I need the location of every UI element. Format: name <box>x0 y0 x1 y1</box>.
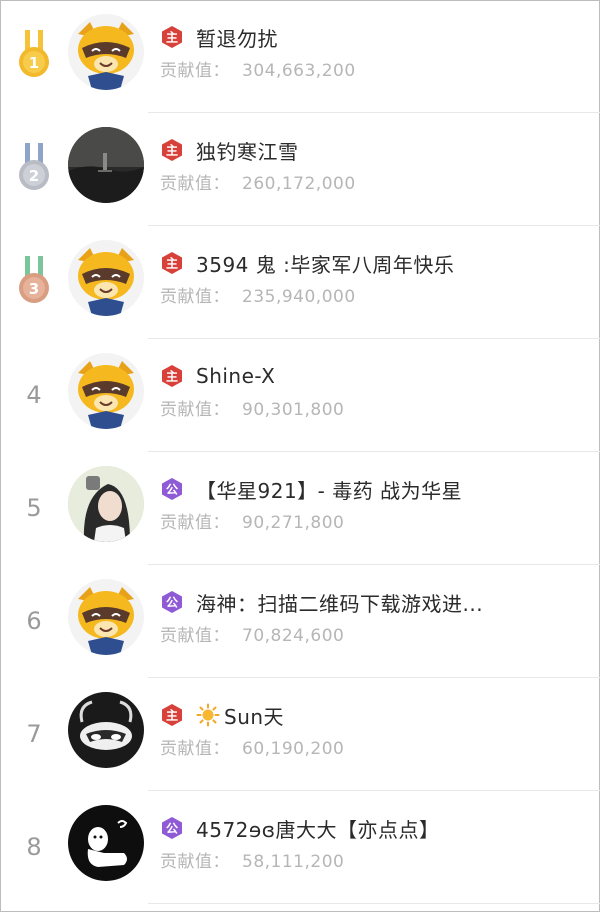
rank-number: 4 <box>26 381 42 409</box>
list-item[interactable]: 2 主 独钓寒江雪 贡献值： 260,172,000 <box>0 113 600 226</box>
contribution-value: 贡献值： 58,111,200 <box>160 852 345 872</box>
contribution-value: 贡献值： 90,301,800 <box>160 400 345 420</box>
list-item[interactable]: 6 公 海神：扫描二维码下载游戏进... 贡献值： 70,824,600 <box>0 565 600 678</box>
svg-text:2: 2 <box>29 167 39 185</box>
bronze-medal-icon: 3 <box>12 252 56 312</box>
svg-text:公: 公 <box>166 822 178 836</box>
divider <box>148 903 600 904</box>
contribution-value: 贡献值： 90,271,800 <box>160 513 345 533</box>
anchor-badge-icon: 主 <box>160 703 184 727</box>
svg-text:主: 主 <box>166 30 178 45</box>
rank-number: 5 <box>26 494 42 522</box>
svg-text:主: 主 <box>166 369 178 384</box>
avatar[interactable] <box>68 14 144 90</box>
anchor-badge-icon: 主 <box>160 364 184 388</box>
avatar[interactable] <box>68 353 144 429</box>
avatar[interactable] <box>68 240 144 316</box>
rank-number: 6 <box>26 607 42 635</box>
anchor-badge-icon: 主 <box>160 25 184 49</box>
guild-badge-icon: 公 <box>160 590 184 614</box>
contribution-value: 贡献值： 235,940,000 <box>160 287 356 307</box>
list-item[interactable]: 7 主 Sun天 贡献值： 60,190,200 <box>0 678 600 791</box>
list-item[interactable]: 4 主 Shine-X 贡献值： 90,301,800 <box>0 339 600 452</box>
svg-text:主: 主 <box>166 143 178 158</box>
contribution-value: 贡献值： 304,663,200 <box>160 61 356 81</box>
user-name[interactable]: Shine-X <box>196 364 275 388</box>
avatar[interactable] <box>68 692 144 768</box>
silver-medal-icon: 2 <box>12 139 56 199</box>
guild-badge-icon: 公 <box>160 477 184 501</box>
list-item[interactable]: 8 公 4572ɘɞ唐大大【亦点点】 贡献值： 58,111,200 <box>0 791 600 904</box>
svg-text:1: 1 <box>29 54 39 72</box>
avatar[interactable] <box>68 466 144 542</box>
user-name[interactable]: 海神：扫描二维码下载游戏进... <box>196 588 483 617</box>
avatar[interactable] <box>68 579 144 655</box>
svg-text:公: 公 <box>166 596 178 610</box>
rank-number: 8 <box>26 833 42 861</box>
list-item[interactable]: 3 主 3594 鬼:毕家军八周年快乐 贡献值： 235,940,000 <box>0 226 600 339</box>
user-name[interactable]: 3594 鬼 :毕家军八周年快乐 <box>196 249 454 278</box>
avatar[interactable] <box>68 127 144 203</box>
contribution-value: 贡献值： 70,824,600 <box>160 626 345 646</box>
user-name[interactable]: 【华星921】- 毒药 战为华星 <box>196 475 462 504</box>
gold-medal-icon: 1 <box>12 26 56 86</box>
sun-icon <box>196 703 220 727</box>
rank-number: 7 <box>26 720 42 748</box>
contribution-value: 贡献值： 60,190,200 <box>160 739 345 759</box>
contribution-ranking-list: 1 主 暂退勿扰 贡献值： 304,663,200 2 主 独钓寒江雪 贡献值：… <box>0 0 600 904</box>
user-name[interactable]: 4572ɘɞ唐大大【亦点点】 <box>196 814 439 843</box>
user-name[interactable]: 独钓寒江雪 <box>196 136 299 165</box>
list-item[interactable]: 1 主 暂退勿扰 贡献值： 304,663,200 <box>0 0 600 113</box>
svg-text:主: 主 <box>166 256 178 271</box>
list-item[interactable]: 5 公 【华星921】- 毒药 战为华星 贡献值： 90,271,800 <box>0 452 600 565</box>
contribution-value: 贡献值： 260,172,000 <box>160 174 356 194</box>
svg-text:公: 公 <box>166 483 178 497</box>
svg-text:3: 3 <box>29 280 39 298</box>
user-name[interactable]: Sun天 <box>224 701 284 730</box>
avatar[interactable] <box>68 805 144 881</box>
svg-text:主: 主 <box>166 708 178 723</box>
anchor-badge-icon: 主 <box>160 251 184 275</box>
guild-badge-icon: 公 <box>160 816 184 840</box>
anchor-badge-icon: 主 <box>160 138 184 162</box>
user-name[interactable]: 暂退勿扰 <box>196 23 278 52</box>
